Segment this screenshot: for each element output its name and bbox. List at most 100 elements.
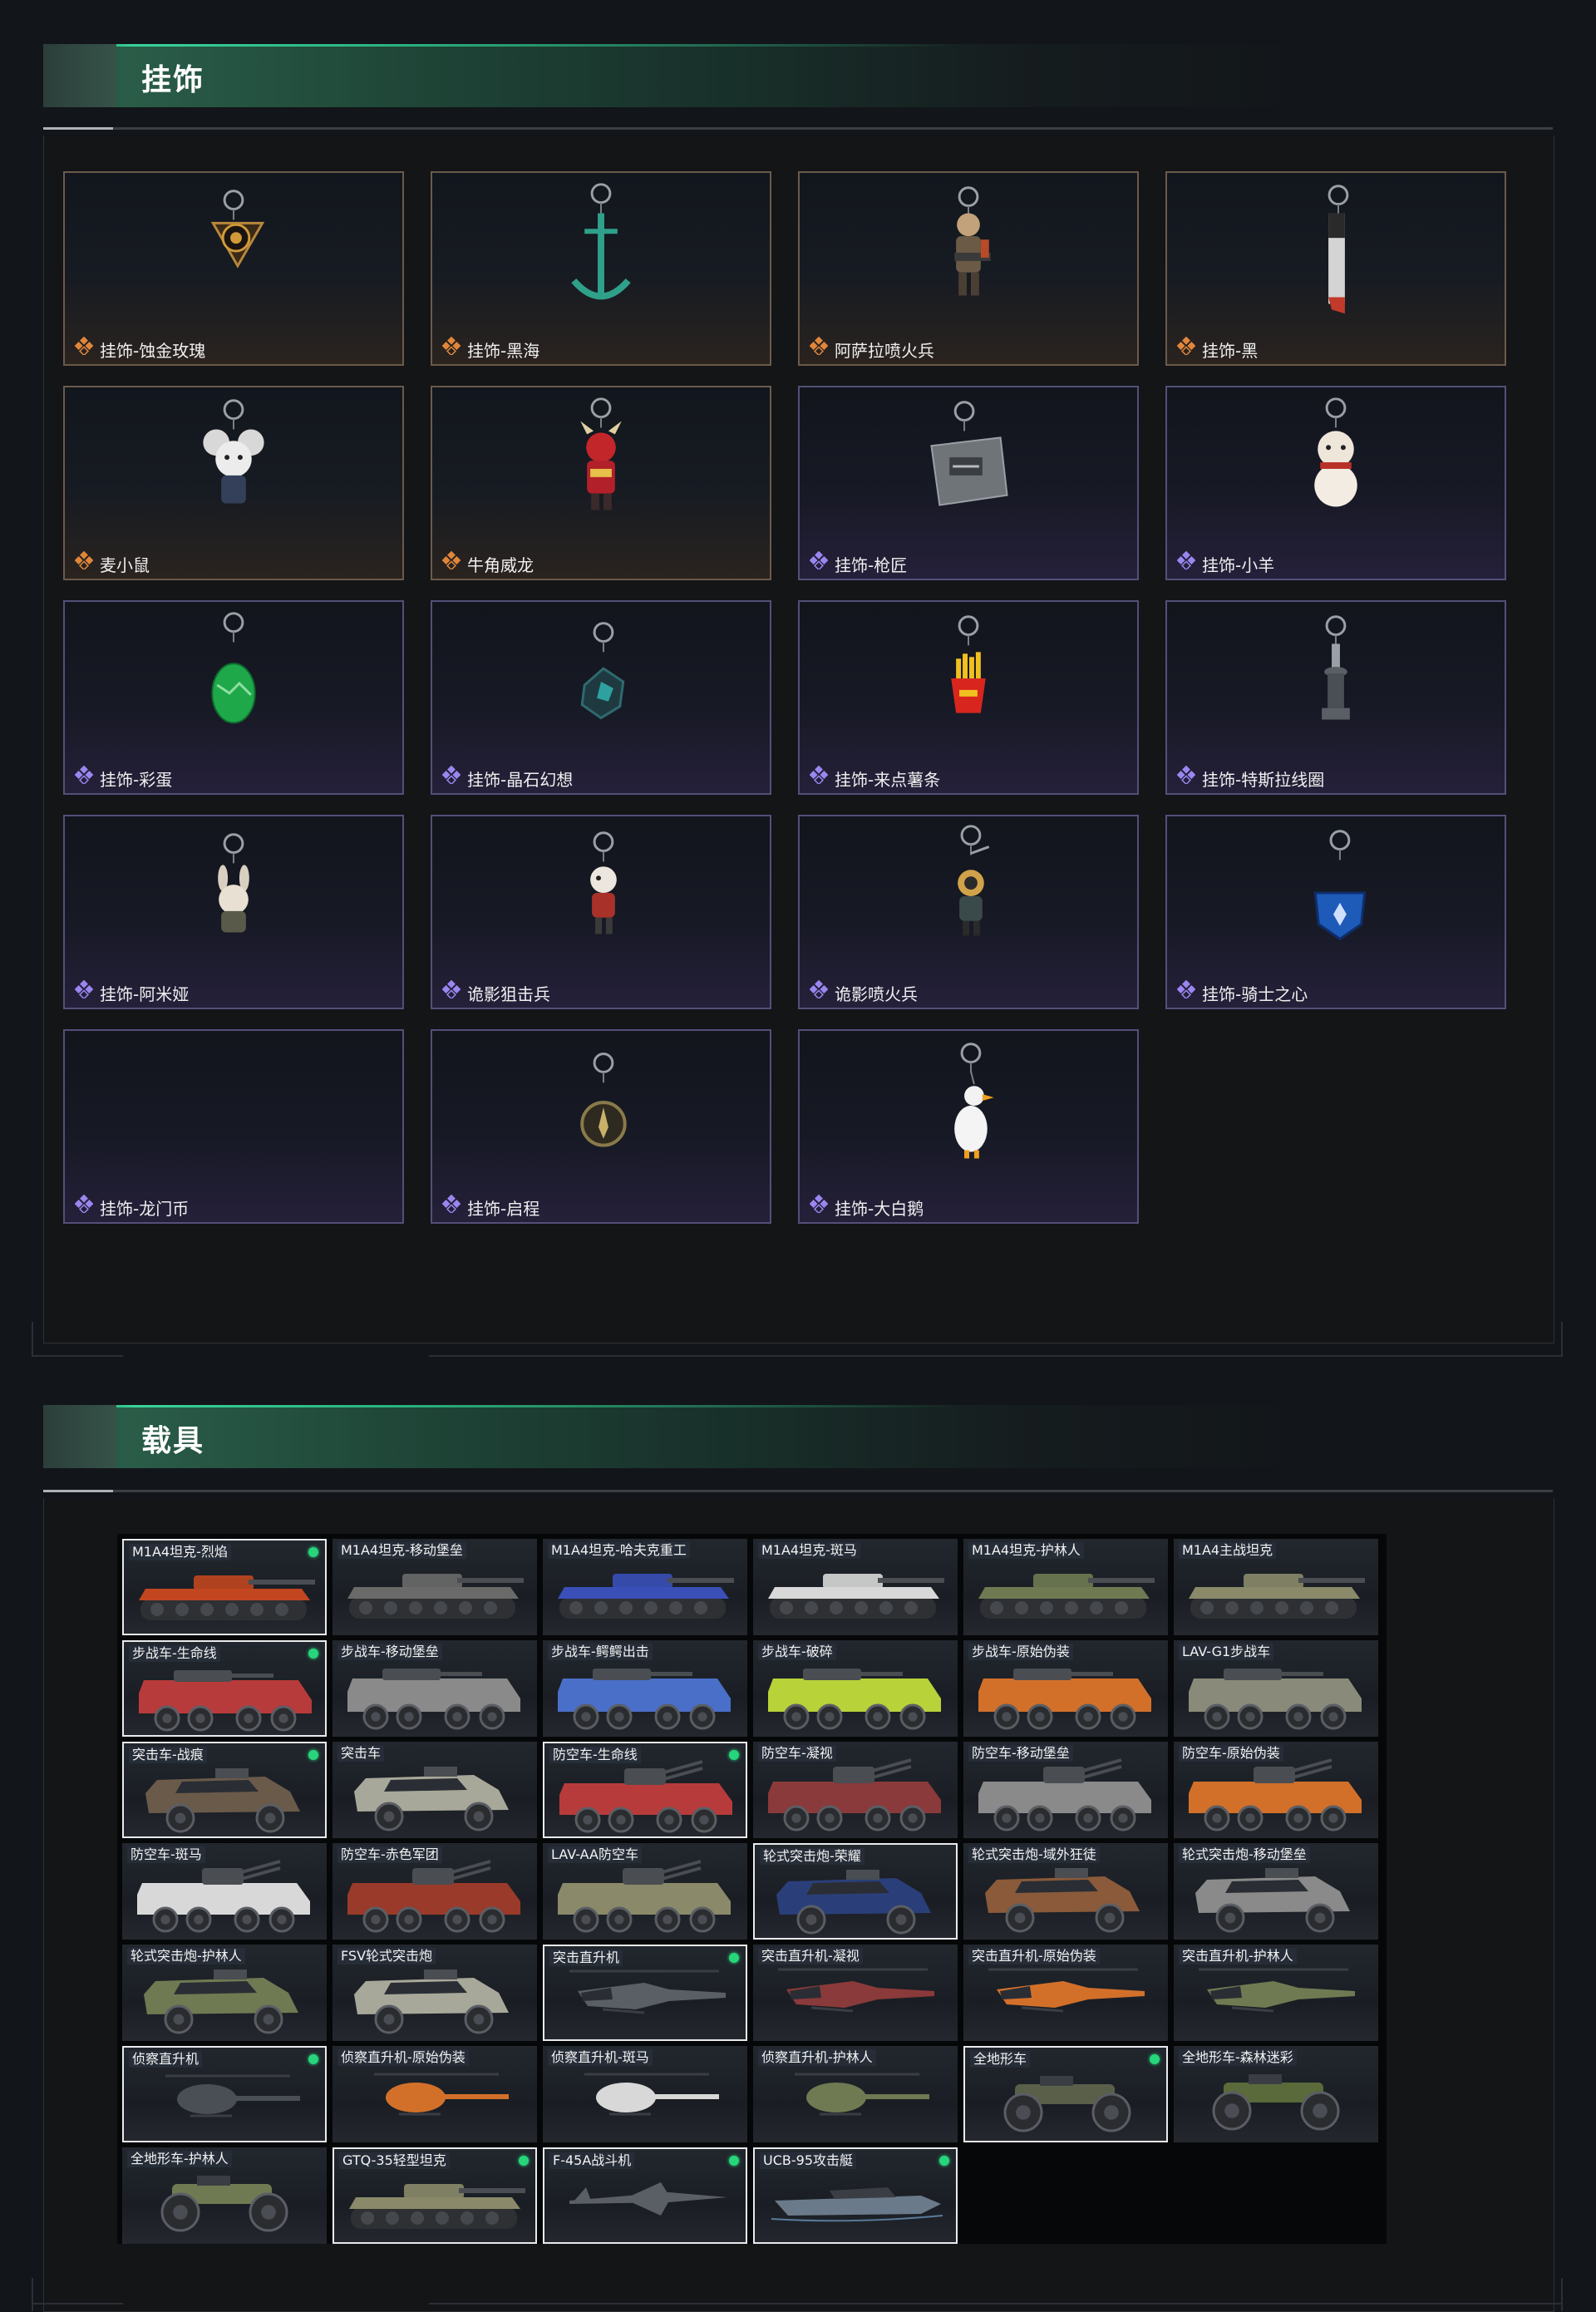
flamethrower-soldier-charm bbox=[954, 186, 991, 296]
vehicle-label: 突击车-战痕 bbox=[129, 1747, 207, 1763]
vehicle-tile[interactable]: 步战车-移动堡垒 bbox=[332, 1640, 537, 1737]
vehicle-label: 步战车-鳄鳄出击 bbox=[548, 1644, 653, 1660]
rarity-purple-icon bbox=[441, 979, 461, 1000]
vehicle-tile[interactable]: 轮式突击炮-荣耀 bbox=[753, 1843, 958, 1940]
charm-card[interactable]: 挂饰-特斯拉线圈 bbox=[1165, 600, 1506, 795]
vehicle-tile[interactable]: UCB-95攻击艇 bbox=[753, 2147, 958, 2244]
charm-label: 挂饰-黑 bbox=[1202, 341, 1259, 361]
vehicle-label: 防空车-生命线 bbox=[549, 1747, 641, 1763]
vehicle-tile[interactable]: 全地形车 bbox=[963, 2046, 1168, 2142]
charm-card[interactable]: 牛角威龙 bbox=[431, 386, 771, 580]
vehicle-tile[interactable]: 突击直升机-护林人 bbox=[1174, 1945, 1378, 2041]
vehicle-label: LAV-G1步战车 bbox=[1179, 1644, 1274, 1660]
charm-card[interactable]: 挂饰-黑 bbox=[1165, 171, 1506, 366]
vehicles-header-bar bbox=[43, 1405, 1340, 1468]
charm-card[interactable]: 诡影狙击兵 bbox=[431, 815, 771, 1009]
charm-card[interactable]: 挂饰-骑士之心 bbox=[1165, 815, 1506, 1009]
vehicle-label: M1A4坦克-烈焰 bbox=[129, 1544, 231, 1560]
vehicle-tile[interactable]: M1A4坦克-移动堡垒 bbox=[332, 1539, 537, 1635]
vehicles-section-header: 载具 bbox=[43, 1405, 1373, 1468]
vehicle-tile[interactable]: 防空车-原始伪装 bbox=[1174, 1742, 1378, 1838]
owned-dot-icon bbox=[729, 1953, 739, 1963]
charm-card[interactable]: 挂饰-枪匠 bbox=[798, 386, 1139, 580]
vehicle-tile[interactable]: 全地形车-森林迷彩 bbox=[1174, 2046, 1378, 2142]
charms-section-header: 挂饰 bbox=[43, 44, 1373, 107]
vehicle-tile[interactable]: GTQ-35轻型坦克 bbox=[332, 2147, 537, 2244]
vehicle-tile[interactable]: 步战车-原始伪装 bbox=[963, 1640, 1168, 1737]
charm-card[interactable]: 挂饰-启程 bbox=[431, 1029, 771, 1224]
rarity-gold-icon bbox=[809, 336, 829, 357]
charm-card[interactable]: 挂饰-大白鹅 bbox=[798, 1029, 1139, 1224]
vehicle-tile[interactable]: M1A4坦克-护林人 bbox=[963, 1539, 1168, 1635]
vehicle-tile[interactable]: 侦察直升机 bbox=[122, 2046, 327, 2142]
vehicle-label: 突击直升机 bbox=[549, 1950, 623, 1966]
rarity-gold-icon bbox=[441, 336, 461, 357]
vehicle-tile[interactable]: F-45A战斗机 bbox=[543, 2147, 747, 2244]
vehicle-tile[interactable]: LAV-AA防空车 bbox=[543, 1843, 747, 1940]
charm-card[interactable]: 挂饰-彩蛋 bbox=[63, 600, 404, 795]
vehicle-tile[interactable]: 突击车-战痕 bbox=[122, 1742, 327, 1838]
sniper-figure-charm bbox=[590, 831, 617, 934]
vehicle-tile[interactable]: 防空车-斑马 bbox=[122, 1843, 327, 1940]
vehicle-tile[interactable]: M1A4坦克-哈夫克重工 bbox=[543, 1539, 747, 1635]
vehicle-label: M1A4坦克-哈夫克重工 bbox=[548, 1542, 690, 1559]
vehicle-tile[interactable]: 突击直升机-原始伪装 bbox=[963, 1945, 1168, 2041]
vehicles-section-title: 载具 bbox=[141, 1424, 205, 1458]
vehicle-label: 侦察直升机-斑马 bbox=[548, 2049, 653, 2066]
rarity-purple-icon bbox=[809, 550, 829, 571]
vehicle-tile[interactable]: 防空车-移动堡垒 bbox=[963, 1742, 1168, 1838]
vehicle-label: M1A4主战坦克 bbox=[1179, 1542, 1277, 1559]
vehicle-tile[interactable]: 防空车-凝视 bbox=[753, 1742, 958, 1838]
charm-card[interactable]: 挂饰-阿米娅 bbox=[63, 815, 404, 1009]
frame-corner-right bbox=[1561, 1322, 1563, 1357]
vehicle-tile[interactable]: LAV-G1步战车 bbox=[1174, 1640, 1378, 1737]
vehicle-tile[interactable]: 防空车-生命线 bbox=[543, 1742, 747, 1838]
charm-card[interactable]: 挂饰-蚀金玫瑰 bbox=[63, 171, 404, 366]
vehicle-tile[interactable]: M1A4坦克-烈焰 bbox=[122, 1539, 327, 1635]
vehicle-tile[interactable]: 侦察直升机-斑马 bbox=[543, 2046, 747, 2142]
vehicle-tile[interactable]: 轮式突击炮-域外狂徒 bbox=[963, 1843, 1168, 1940]
goose-charm bbox=[954, 1043, 994, 1159]
frame-corner-left bbox=[32, 1322, 33, 1355]
charm-card[interactable]: 挂饰-晶石幻想 bbox=[431, 600, 771, 795]
vehicle-label: M1A4坦克-移动堡垒 bbox=[337, 1542, 466, 1559]
vehicle-tile[interactable]: FSV轮式突击炮 bbox=[332, 1945, 537, 2041]
vehicle-tile[interactable]: M1A4坦克-斑马 bbox=[753, 1539, 958, 1635]
rarity-purple-icon bbox=[1176, 765, 1196, 786]
vehicle-tile[interactable]: 步战车-破碎 bbox=[753, 1640, 958, 1737]
charm-label: 挂饰-晶石幻想 bbox=[467, 770, 574, 790]
charm-label: 诡影喷火兵 bbox=[835, 984, 918, 1004]
vehicle-label: 轮式突击炮-域外狂徒 bbox=[968, 1846, 1100, 1863]
charm-card[interactable]: 挂饰-小羊 bbox=[1165, 386, 1506, 580]
charm-card[interactable]: 阿萨拉喷火兵 bbox=[798, 171, 1139, 366]
vehicle-label: 步战车-移动堡垒 bbox=[337, 1644, 442, 1660]
vehicle-label: 步战车-原始伪装 bbox=[968, 1644, 1073, 1660]
vehicle-tile[interactable]: 侦察直升机-原始伪装 bbox=[332, 2046, 537, 2142]
charm-card[interactable]: 挂饰-黑海 bbox=[431, 171, 771, 366]
vehicle-tile[interactable]: 全地形车-护林人 bbox=[122, 2147, 327, 2244]
vehicle-tile[interactable]: 轮式突击炮-移动堡垒 bbox=[1174, 1843, 1378, 1940]
rarity-purple-icon bbox=[441, 765, 461, 786]
charm-label: 挂饰-黑海 bbox=[467, 341, 540, 361]
vehicle-tile[interactable]: 突击直升机-凝视 bbox=[753, 1945, 958, 2041]
fries-charm bbox=[951, 615, 986, 713]
charm-card[interactable]: 诡影喷火兵 bbox=[798, 815, 1139, 1009]
vehicle-tile[interactable]: 突击直升机 bbox=[543, 1945, 747, 2041]
vehicle-grid: M1A4坦克-烈焰 M1A4坦克-移动堡垒 M1A4坦克-哈夫克重工 M1A4坦克-斑… bbox=[117, 1534, 1387, 2244]
rarity-purple-icon bbox=[809, 979, 829, 1000]
charm-card[interactable]: 麦小鼠 bbox=[63, 386, 404, 580]
charm-card[interactable]: 挂饰-来点薯条 bbox=[798, 600, 1139, 795]
vehicle-tile[interactable]: 步战车-生命线 bbox=[122, 1640, 327, 1737]
vehicle-tile[interactable]: 侦察直升机-护林人 bbox=[753, 2046, 958, 2142]
vehicle-tile[interactable]: 防空车-赤色军团 bbox=[332, 1843, 537, 1940]
vehicle-label: 轮式突击炮-移动堡垒 bbox=[1179, 1846, 1310, 1863]
charm-card[interactable]: 挂饰-龙门币 bbox=[63, 1029, 404, 1224]
rarity-purple-icon bbox=[809, 765, 829, 786]
charm-label: 麦小鼠 bbox=[100, 555, 150, 575]
charm-label: 挂饰-小羊 bbox=[1202, 555, 1275, 575]
vehicle-tile[interactable]: 轮式突击炮-护林人 bbox=[122, 1945, 327, 2041]
vehicle-tile[interactable]: 突击车 bbox=[332, 1742, 537, 1838]
vehicle-tile[interactable]: 步战车-鳄鳄出击 bbox=[543, 1640, 747, 1737]
vehicle-tile[interactable]: M1A4主战坦克 bbox=[1174, 1539, 1378, 1635]
rarity-gold-icon bbox=[1176, 336, 1196, 357]
